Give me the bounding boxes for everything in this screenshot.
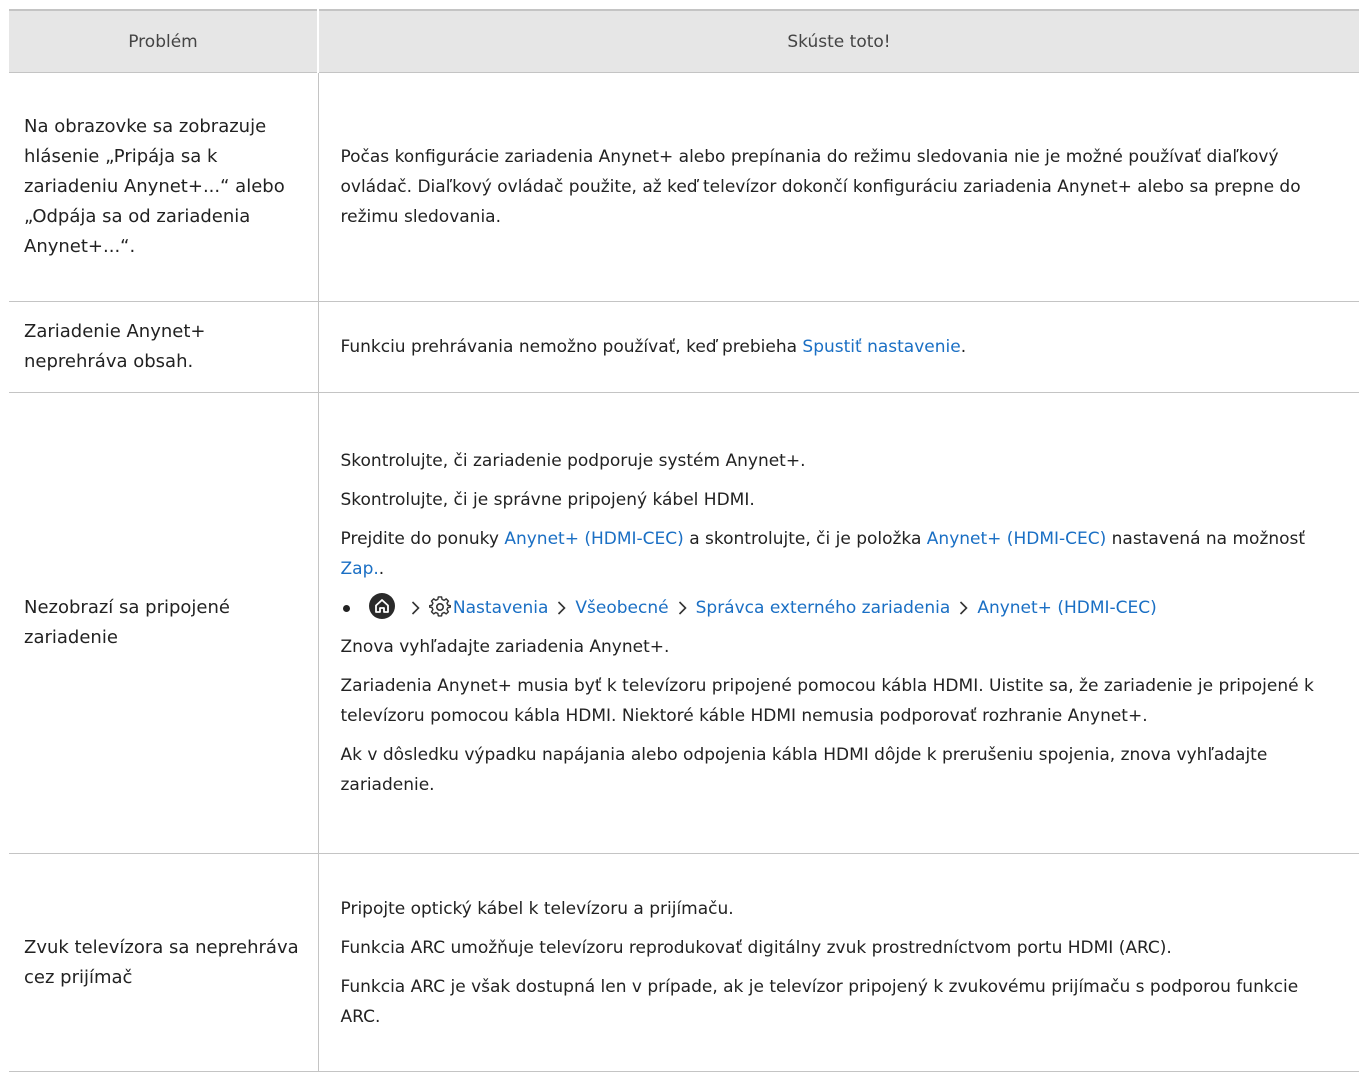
table-row: Zariadenie Anynet+ neprehráva obsah. Fun… (9, 301, 1359, 393)
gear-icon (428, 596, 451, 617)
chevron-right-icon (678, 601, 687, 615)
text-part: Prejdite do ponuky (340, 529, 505, 549)
table-row: Zvuk televízora sa neprehráva cez prijím… (9, 853, 1359, 1072)
solution-paragraph: Znova vyhľadajte zariadenia Anynet+. (340, 637, 670, 657)
table-row: Nezobrazí sa pripojené zariadenie Skontr… (9, 392, 1359, 854)
solution-cell: Skontrolujte, či zariadenie podporuje sy… (318, 392, 1359, 854)
solution-cell: Pripojte optický kábel k televízoru a pr… (318, 853, 1359, 1072)
header-problem: Problém (9, 9, 319, 73)
problem-cell: Na obrazovke sa zobrazuje hlásenie „Prip… (9, 72, 319, 302)
chevron-right-icon (960, 601, 968, 615)
home-icon (368, 593, 395, 619)
solution-paragraph: Pripojte optický kábel k televízoru a pr… (340, 898, 734, 919)
solution-text-part: . (960, 337, 967, 357)
problem-cell: Zvuk televízora sa neprehráva cez prijím… (9, 853, 319, 1072)
header-solution: Skúste toto! (318, 9, 1359, 73)
menu-item-general: Všeobecné (575, 598, 669, 618)
chevron-right-icon (558, 601, 567, 615)
solution-paragraph: Funkcia ARC je však dostupná len v prípa… (340, 976, 1299, 1027)
solution-paragraph: Prejdite do ponuky Anynet+ (HDMI-CEC) a … (341, 524, 1340, 584)
solution-paragraph: Ak v dôsledku výpadku napájania alebo od… (340, 745, 1268, 795)
table-header-row: Problém Skúste toto! (9, 9, 1359, 73)
solution-paragraph: Funkcia ARC umožňuje televízoru reproduk… (340, 937, 1172, 958)
menu-link-anynet: Anynet+ (HDMI-CEC) (926, 529, 1107, 549)
menu-item-anynet: Anynet+ (HDMI-CEC) (977, 598, 1157, 618)
problem-cell: Zariadenie Anynet+ neprehráva obsah. (9, 301, 319, 393)
text-part: a skontrolujte, či je položka (683, 529, 927, 549)
menu-link-start-setup: Spustiť nastavenie (802, 337, 961, 357)
solution-paragraph: Skontrolujte, či zariadenie podporuje sy… (340, 451, 806, 471)
troubleshooting-table: Problém Skúste toto! Na obrazovke sa zob… (9, 9, 1359, 1072)
solution-cell: Funkciu prehrávania nemožno používať, ke… (318, 301, 1359, 393)
text-part: nastavená na možnosť (1106, 529, 1306, 549)
chevron-right-icon (411, 601, 420, 615)
menu-item-external-device-manager: Správca externého zariadenia (695, 598, 951, 618)
solution-paragraph: Zariadenia Anynet+ musia byť k televízor… (340, 676, 1314, 726)
solution-text: Funkciu prehrávania nemožno používať, ke… (341, 332, 1340, 362)
solution-paragraph: Skontrolujte, či je správne pripojený ká… (340, 490, 755, 510)
solution-text: Počas konfigurácie zariadenia Anynet+ al… (340, 147, 1301, 227)
bullet-icon (342, 605, 350, 612)
menu-item-settings: Nastavenia (452, 598, 549, 618)
solution-text-part: Funkciu prehrávania nemožno používať, ke… (340, 337, 803, 357)
solution-cell: Počas konfigurácie zariadenia Anynet+ al… (318, 72, 1359, 302)
menu-value-on: Zap. (340, 559, 379, 579)
menu-path: Nastavenia Všeobecné Správca externého zar… (341, 593, 1340, 623)
text-part: . (378, 559, 385, 579)
problem-cell: Nezobrazí sa pripojené zariadenie (9, 392, 319, 854)
table-row: Na obrazovke sa zobrazuje hlásenie „Prip… (9, 72, 1359, 302)
menu-link-anynet: Anynet+ (HDMI-CEC) (504, 529, 684, 549)
